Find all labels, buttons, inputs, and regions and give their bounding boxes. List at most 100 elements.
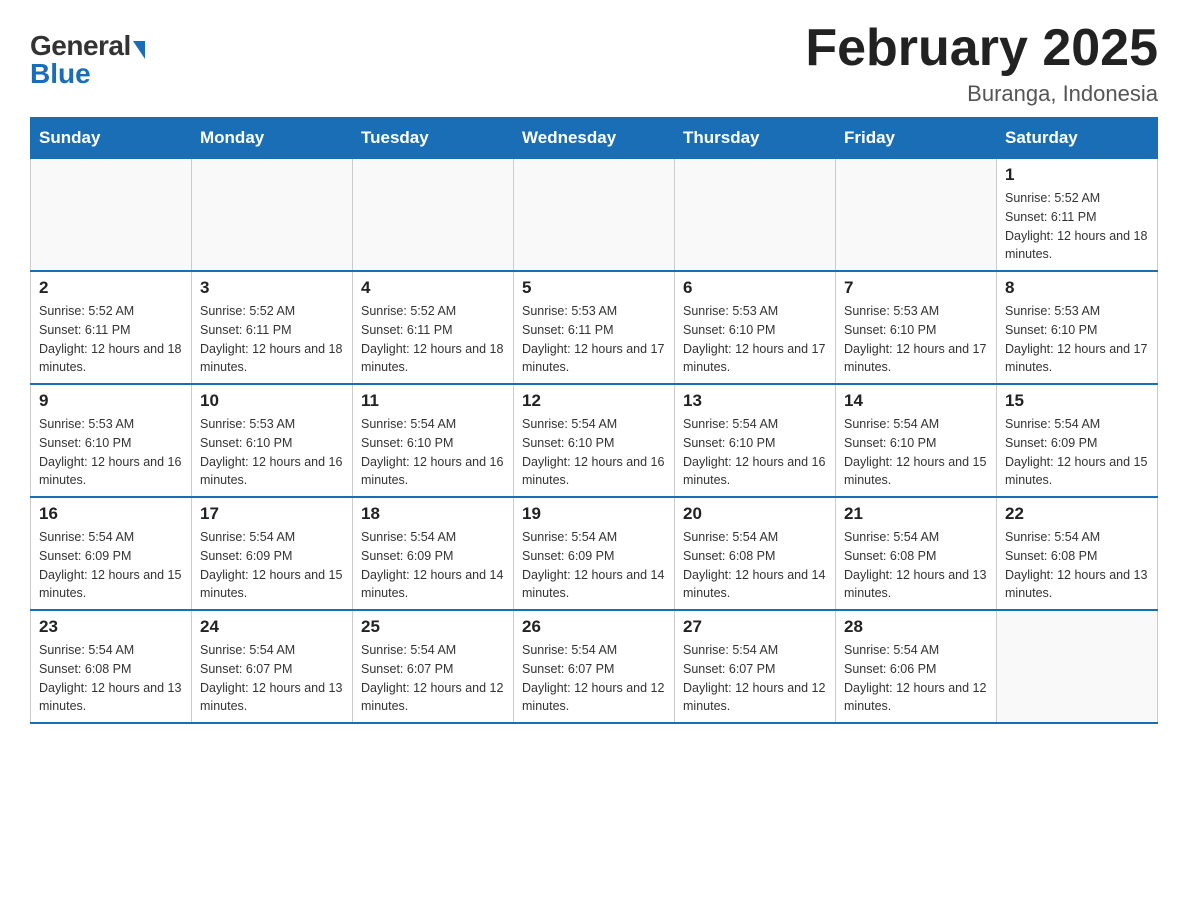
calendar-cell: 14 Sunrise: 5:54 AMSunset: 6:10 PMDayligh… [836, 384, 997, 497]
calendar-cell [353, 159, 514, 272]
day-number: 25 [361, 617, 505, 637]
calendar-cell: 9 Sunrise: 5:53 AMSunset: 6:10 PMDaylight… [31, 384, 192, 497]
calendar-week-4: 16 Sunrise: 5:54 AMSunset: 6:09 PMDayligh… [31, 497, 1158, 610]
day-info: Sunrise: 5:53 AMSunset: 6:11 PMDaylight:… [522, 302, 666, 377]
day-number: 8 [1005, 278, 1149, 298]
calendar-week-5: 23Sunrise: 5:54 AMSunset: 6:08 PMDayligh… [31, 610, 1158, 723]
header-friday: Friday [836, 118, 997, 159]
day-number: 18 [361, 504, 505, 524]
day-number: 1 [1005, 165, 1149, 185]
logo-blue-text: Blue [30, 58, 145, 90]
calendar-week-2: 2Sunrise: 5:52 AMSunset: 6:11 PMDaylight… [31, 271, 1158, 384]
calendar-cell: 25 Sunrise: 5:54 AMSunset: 6:07 PMDayligh… [353, 610, 514, 723]
calendar-cell: 7 Sunrise: 5:53 AMSunset: 6:10 PMDaylight… [836, 271, 997, 384]
calendar-cell: 5 Sunrise: 5:53 AMSunset: 6:11 PMDaylight… [514, 271, 675, 384]
header-monday: Monday [192, 118, 353, 159]
calendar-cell: 3 Sunrise: 5:52 AMSunset: 6:11 PMDaylight… [192, 271, 353, 384]
month-title: February 2025 [805, 20, 1158, 77]
calendar-cell: 18 Sunrise: 5:54 AMSunset: 6:09 PMDayligh… [353, 497, 514, 610]
calendar-cell: 19 Sunrise: 5:54 AMSunset: 6:09 PMDayligh… [514, 497, 675, 610]
weekday-row: Sunday Monday Tuesday Wednesday Thursday… [31, 118, 1158, 159]
calendar-cell [836, 159, 997, 272]
calendar-cell [31, 159, 192, 272]
calendar-week-3: 9 Sunrise: 5:53 AMSunset: 6:10 PMDaylight… [31, 384, 1158, 497]
day-info: Sunrise: 5:54 AMSunset: 6:10 PMDaylight:… [844, 415, 988, 490]
day-number: 20 [683, 504, 827, 524]
calendar-body: 1 Sunrise: 5:52 AMSunset: 6:11 PMDaylight… [31, 159, 1158, 724]
header-wednesday: Wednesday [514, 118, 675, 159]
calendar-cell: 16 Sunrise: 5:54 AMSunset: 6:09 PMDayligh… [31, 497, 192, 610]
day-number: 16 [39, 504, 183, 524]
day-info: Sunrise: 5:54 AMSunset: 6:10 PMDaylight:… [361, 415, 505, 490]
day-number: 27 [683, 617, 827, 637]
calendar-header: Sunday Monday Tuesday Wednesday Thursday… [31, 118, 1158, 159]
calendar-cell: 17Sunrise: 5:54 AMSunset: 6:09 PMDayligh… [192, 497, 353, 610]
day-number: 9 [39, 391, 183, 411]
day-number: 7 [844, 278, 988, 298]
day-info: Sunrise: 5:54 AMSunset: 6:06 PMDaylight:… [844, 641, 988, 716]
day-number: 24 [200, 617, 344, 637]
day-number: 10 [200, 391, 344, 411]
day-number: 5 [522, 278, 666, 298]
day-number: 3 [200, 278, 344, 298]
day-info: Sunrise: 5:54 AMSunset: 6:09 PMDaylight:… [39, 528, 183, 603]
calendar-cell [675, 159, 836, 272]
calendar-cell: 1 Sunrise: 5:52 AMSunset: 6:11 PMDaylight… [997, 159, 1158, 272]
calendar-cell: 11 Sunrise: 5:54 AMSunset: 6:10 PMDayligh… [353, 384, 514, 497]
day-number: 6 [683, 278, 827, 298]
day-info: Sunrise: 5:54 AMSunset: 6:09 PMDaylight:… [522, 528, 666, 603]
day-info: Sunrise: 5:52 AMSunset: 6:11 PMDaylight:… [39, 302, 183, 377]
calendar-cell: 23Sunrise: 5:54 AMSunset: 6:08 PMDayligh… [31, 610, 192, 723]
day-number: 4 [361, 278, 505, 298]
calendar-cell: 8Sunrise: 5:53 AMSunset: 6:10 PMDaylight… [997, 271, 1158, 384]
calendar-cell: 15Sunrise: 5:54 AMSunset: 6:09 PMDayligh… [997, 384, 1158, 497]
day-number: 17 [200, 504, 344, 524]
calendar-cell: 10 Sunrise: 5:53 AMSunset: 6:10 PMDayligh… [192, 384, 353, 497]
calendar-cell: 27Sunrise: 5:54 AMSunset: 6:07 PMDayligh… [675, 610, 836, 723]
day-info: Sunrise: 5:53 AMSunset: 6:10 PMDaylight:… [844, 302, 988, 377]
calendar-cell: 21 Sunrise: 5:54 AMSunset: 6:08 PMDayligh… [836, 497, 997, 610]
logo-arrow-icon [133, 41, 145, 59]
day-info: Sunrise: 5:54 AMSunset: 6:07 PMDaylight:… [200, 641, 344, 716]
logo: General Blue [30, 30, 145, 90]
calendar-cell: 26 Sunrise: 5:54 AMSunset: 6:07 PMDayligh… [514, 610, 675, 723]
calendar-cell: 2Sunrise: 5:52 AMSunset: 6:11 PMDaylight… [31, 271, 192, 384]
day-info: Sunrise: 5:54 AMSunset: 6:07 PMDaylight:… [361, 641, 505, 716]
calendar-cell: 22Sunrise: 5:54 AMSunset: 6:08 PMDayligh… [997, 497, 1158, 610]
calendar-cell: 4 Sunrise: 5:52 AMSunset: 6:11 PMDaylight… [353, 271, 514, 384]
day-info: Sunrise: 5:53 AMSunset: 6:10 PMDaylight:… [683, 302, 827, 377]
day-number: 19 [522, 504, 666, 524]
day-number: 14 [844, 391, 988, 411]
day-number: 28 [844, 617, 988, 637]
day-number: 11 [361, 391, 505, 411]
calendar-cell: 28 Sunrise: 5:54 AMSunset: 6:06 PMDayligh… [836, 610, 997, 723]
day-info: Sunrise: 5:52 AMSunset: 6:11 PMDaylight:… [361, 302, 505, 377]
day-number: 13 [683, 391, 827, 411]
logo-general-text: General [30, 30, 145, 61]
header-tuesday: Tuesday [353, 118, 514, 159]
calendar-table: Sunday Monday Tuesday Wednesday Thursday… [30, 117, 1158, 724]
day-info: Sunrise: 5:54 AMSunset: 6:10 PMDaylight:… [522, 415, 666, 490]
calendar-cell: 13Sunrise: 5:54 AMSunset: 6:10 PMDayligh… [675, 384, 836, 497]
calendar-cell [192, 159, 353, 272]
day-number: 23 [39, 617, 183, 637]
header-thursday: Thursday [675, 118, 836, 159]
day-info: Sunrise: 5:53 AMSunset: 6:10 PMDaylight:… [200, 415, 344, 490]
day-info: Sunrise: 5:54 AMSunset: 6:07 PMDaylight:… [522, 641, 666, 716]
day-info: Sunrise: 5:52 AMSunset: 6:11 PMDaylight:… [1005, 189, 1149, 264]
page-header: General Blue February 2025 Buranga, Indo… [30, 20, 1158, 107]
header-saturday: Saturday [997, 118, 1158, 159]
location: Buranga, Indonesia [805, 81, 1158, 107]
calendar-cell [997, 610, 1158, 723]
day-number: 26 [522, 617, 666, 637]
calendar-week-1: 1 Sunrise: 5:52 AMSunset: 6:11 PMDaylight… [31, 159, 1158, 272]
day-info: Sunrise: 5:52 AMSunset: 6:11 PMDaylight:… [200, 302, 344, 377]
day-number: 21 [844, 504, 988, 524]
title-block: February 2025 Buranga, Indonesia [805, 20, 1158, 107]
day-info: Sunrise: 5:53 AMSunset: 6:10 PMDaylight:… [39, 415, 183, 490]
calendar-cell: 24 Sunrise: 5:54 AMSunset: 6:07 PMDayligh… [192, 610, 353, 723]
day-info: Sunrise: 5:54 AMSunset: 6:09 PMDaylight:… [361, 528, 505, 603]
day-info: Sunrise: 5:54 AMSunset: 6:08 PMDaylight:… [844, 528, 988, 603]
calendar-cell: 20Sunrise: 5:54 AMSunset: 6:08 PMDayligh… [675, 497, 836, 610]
calendar-cell: 6 Sunrise: 5:53 AMSunset: 6:10 PMDaylight… [675, 271, 836, 384]
